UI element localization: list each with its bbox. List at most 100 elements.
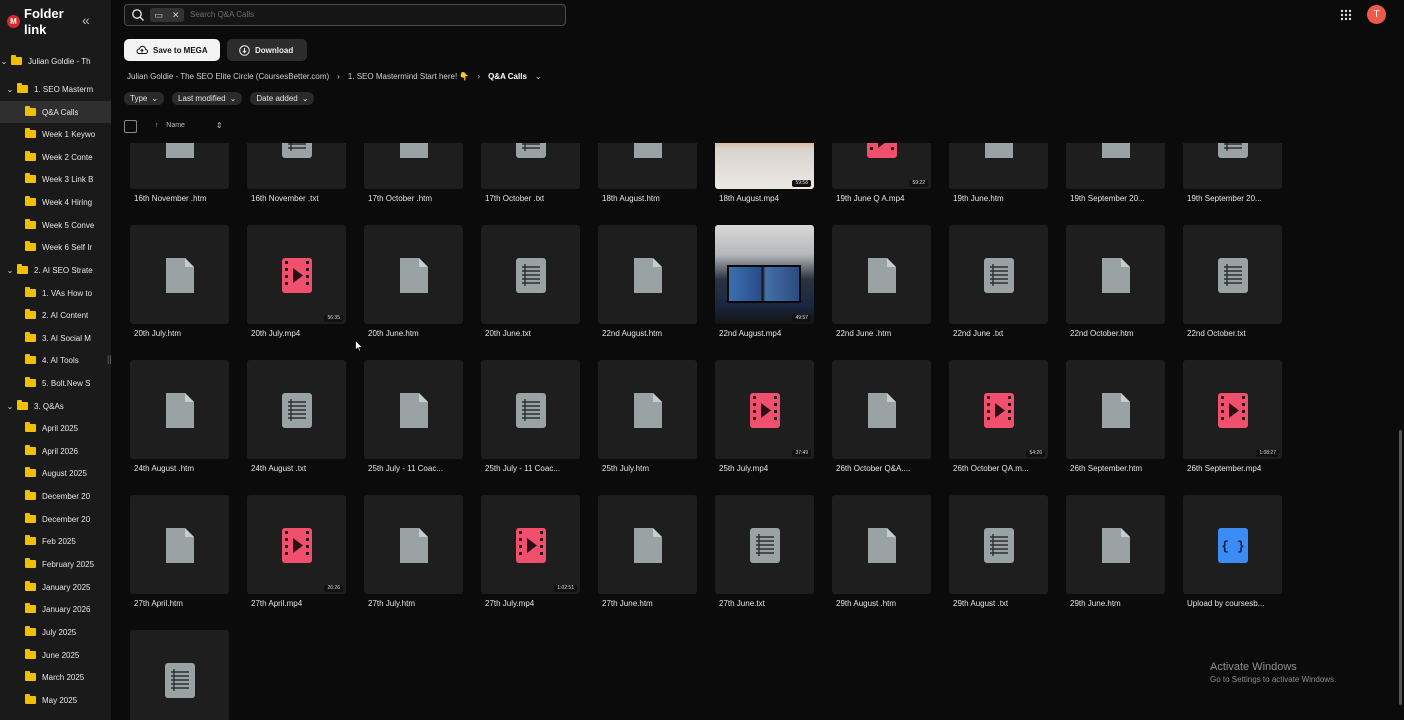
file-tile[interactable]: 37:49 <box>715 360 814 459</box>
sidebar-item[interactable]: March 2025 <box>0 666 111 688</box>
expand-chevron-icon[interactable]: ⌄ <box>6 85 14 94</box>
file-tile[interactable] <box>130 495 229 594</box>
file-tile[interactable] <box>1066 495 1165 594</box>
file-tile[interactable] <box>1183 225 1282 324</box>
sidebar-item[interactable]: July 2025 <box>0 621 111 643</box>
file-name[interactable]: 27th July.htm <box>368 599 483 608</box>
file-tile[interactable] <box>715 495 814 594</box>
file-tile[interactable] <box>832 360 931 459</box>
file-name[interactable]: 18th August.htm <box>602 194 717 203</box>
breadcrumb-item[interactable]: Julian Goldie - The SEO Elite Circle (Co… <box>127 72 329 81</box>
file-name[interactable]: 20th June.htm <box>368 329 483 338</box>
file-name[interactable]: 22nd June .htm <box>836 329 951 338</box>
sidebar-item[interactable]: ⌄ 2. AI SEO Strate <box>0 259 111 281</box>
sidebar-item[interactable]: April 2025 <box>0 417 111 439</box>
file-name[interactable]: 16th November .htm <box>134 194 249 203</box>
file-name[interactable]: 24th August .txt <box>251 464 366 473</box>
file-tile[interactable] <box>949 143 1048 189</box>
file-name[interactable]: 26th October QA.m... <box>953 464 1068 473</box>
file-name[interactable]: 20th July.mp4 <box>251 329 366 338</box>
sidebar-item[interactable]: ⌄ Julian Goldie - Th <box>0 50 111 72</box>
sidebar-item[interactable]: Week 6 Self Ir <box>0 236 111 258</box>
file-name[interactable]: 20th July.htm <box>134 329 249 338</box>
file-name[interactable]: 26th September.mp4 <box>1187 464 1294 473</box>
sidebar-item[interactable]: February 2025 <box>0 553 111 575</box>
file-tile[interactable] <box>130 630 229 720</box>
file-name[interactable]: 22nd June .txt <box>953 329 1068 338</box>
file-name[interactable]: 26th September.htm <box>1070 464 1185 473</box>
chevron-down-icon[interactable]: ⌄ <box>535 72 542 81</box>
file-name[interactable]: 27th June.htm <box>602 599 717 608</box>
file-name[interactable]: 19th September 20... <box>1070 194 1185 203</box>
file-name[interactable]: 29th June.htm <box>1070 599 1185 608</box>
file-tile[interactable] <box>1066 143 1165 189</box>
sidebar-item[interactable]: January 2025 <box>0 576 111 598</box>
file-name[interactable]: 22nd August.htm <box>602 329 717 338</box>
sidebar-item[interactable]: 4. AI Tools <box>0 349 111 371</box>
file-name[interactable]: 22nd October.htm <box>1070 329 1185 338</box>
file-name[interactable]: 18th August.mp4 <box>719 194 834 203</box>
file-tile[interactable]: { } <box>1183 495 1282 594</box>
sidebar-item[interactable]: 2. AI Content <box>0 304 111 326</box>
file-name[interactable]: 19th June Q A.mp4 <box>836 194 951 203</box>
file-name[interactable]: 27th April.htm <box>134 599 249 608</box>
file-tile[interactable] <box>598 360 697 459</box>
file-tile[interactable]: 1:08:27 <box>1183 360 1282 459</box>
file-tile[interactable] <box>364 360 463 459</box>
file-tile[interactable] <box>130 225 229 324</box>
chevrons-left-icon[interactable]: « <box>82 12 90 28</box>
file-tile[interactable] <box>364 143 463 189</box>
sidebar-item[interactable]: April 2026 <box>0 440 111 462</box>
file-name[interactable]: 17th October .txt <box>485 194 600 203</box>
file-tile[interactable] <box>598 143 697 189</box>
sidebar-item[interactable]: Feb 2025 <box>0 530 111 552</box>
search-bar[interactable]: ▭ ✕ Search Q&A Calls <box>124 4 566 26</box>
clear-icon[interactable]: ✕ <box>172 10 180 21</box>
resize-handle[interactable]: || <box>107 354 111 364</box>
file-name[interactable]: 16th November .txt <box>251 194 366 203</box>
file-name[interactable]: 25th July - 11 Coac... <box>368 464 483 473</box>
sidebar-item[interactable]: 3. AI Social M <box>0 327 111 349</box>
breadcrumb-current[interactable]: Q&A Calls <box>488 72 527 81</box>
sidebar-item[interactable]: June 2025 <box>0 644 111 666</box>
file-tile[interactable] <box>364 495 463 594</box>
sidebar-item[interactable]: Week 4 Hiring <box>0 191 111 213</box>
grid-dots-icon[interactable] <box>1340 9 1352 21</box>
file-tile[interactable] <box>1183 143 1282 189</box>
expand-chevron-icon[interactable]: ⌄ <box>0 57 8 66</box>
expand-chevron-icon[interactable]: ⌄ <box>6 402 14 411</box>
file-tile[interactable] <box>481 360 580 459</box>
file-tile[interactable] <box>598 495 697 594</box>
filter-date-added[interactable]: Date added ⌄ <box>250 92 315 105</box>
download-button[interactable]: Download <box>227 39 307 61</box>
file-tile[interactable] <box>598 225 697 324</box>
sidebar-item[interactable]: Week 3 Link B <box>0 168 111 190</box>
sidebar-item[interactable]: January 2026 <box>0 598 111 620</box>
sidebar-item[interactable]: Week 1 Keywo <box>0 123 111 145</box>
select-all-checkbox[interactable] <box>124 120 137 133</box>
file-tile[interactable] <box>832 495 931 594</box>
file-name[interactable]: 27th June.txt <box>719 599 834 608</box>
file-tile[interactable] <box>949 225 1048 324</box>
sidebar-item[interactable]: Q&A Calls <box>0 101 111 123</box>
sort-toggle-icon[interactable]: ⇕ <box>216 121 223 130</box>
sidebar-item[interactable]: December 20 <box>0 508 111 530</box>
file-name[interactable]: 20th June.txt <box>485 329 600 338</box>
file-name[interactable]: 19th September 20... <box>1187 194 1294 203</box>
file-name[interactable]: 25th July - 11 Coac... <box>485 464 600 473</box>
filter-type[interactable]: Type ⌄ <box>124 92 165 105</box>
file-name[interactable]: 29th August .htm <box>836 599 951 608</box>
file-tile[interactable] <box>481 225 580 324</box>
file-name[interactable]: 17th October .htm <box>368 194 483 203</box>
search-input[interactable]: Search Q&A Calls <box>190 10 254 19</box>
sidebar-item[interactable]: December 20 <box>0 485 111 507</box>
sidebar-item[interactable]: 1. VAs How to <box>0 282 111 304</box>
file-tile[interactable] <box>130 143 229 189</box>
file-name[interactable]: 27th April.mp4 <box>251 599 366 608</box>
file-tile[interactable]: 26:26 <box>247 495 346 594</box>
sidebar-item[interactable]: ⌄ 3. Q&As <box>0 395 111 417</box>
file-tile[interactable] <box>364 225 463 324</box>
file-name[interactable]: 29th August .txt <box>953 599 1068 608</box>
folder-scope-chip[interactable]: ▭ ✕ <box>150 8 184 22</box>
file-tile[interactable] <box>1066 360 1165 459</box>
